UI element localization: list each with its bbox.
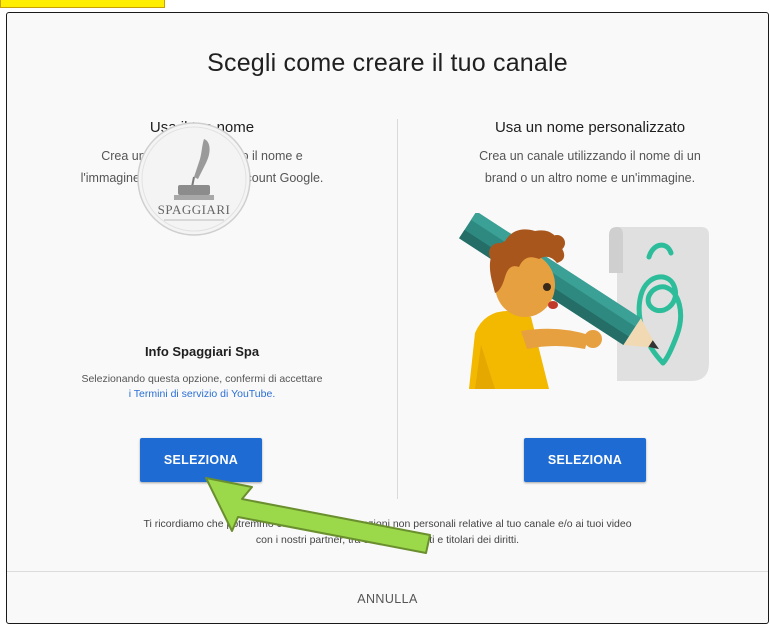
description-line: Crea un canale utilizzando il nome di un bbox=[479, 149, 701, 163]
consent-text: Selezionando questa opzione, confermi di… bbox=[81, 373, 323, 385]
dialog-title: Scegli come creare il tuo canale bbox=[207, 49, 568, 77]
custom-name-option: Usa un nome personalizzato Crea un canal… bbox=[400, 119, 770, 189]
terms-of-service-link[interactable]: i Termini di servizio di YouTube. bbox=[129, 387, 276, 402]
create-channel-dialog: Scegli come creare il tuo canale Usa il … bbox=[6, 12, 769, 624]
highlight-tab bbox=[0, 0, 165, 8]
logo-text: SPAGGIARI bbox=[158, 202, 231, 217]
custom-name-heading: Usa un nome personalizzato bbox=[494, 119, 686, 136]
custom-name-illustration bbox=[439, 211, 715, 389]
description-line: brand o un altro nome e un'immagine. bbox=[484, 170, 696, 185]
cancel-button[interactable]: ANNULLA bbox=[341, 584, 433, 614]
annotation-arrow-icon bbox=[202, 473, 442, 563]
dialog-footer: ANNULLA bbox=[7, 571, 768, 626]
select-custom-name-button[interactable]: SELEZIONA bbox=[524, 438, 646, 482]
terms-consent: Selezionando questa opzione, confermi di… bbox=[12, 372, 392, 402]
account-name: Info Spaggiari Spa bbox=[144, 344, 260, 359]
custom-name-description: Crea un canale utilizzando il nome di un… bbox=[400, 146, 770, 189]
column-divider bbox=[397, 119, 398, 499]
account-avatar: SPAGGIARI bbox=[134, 119, 254, 239]
